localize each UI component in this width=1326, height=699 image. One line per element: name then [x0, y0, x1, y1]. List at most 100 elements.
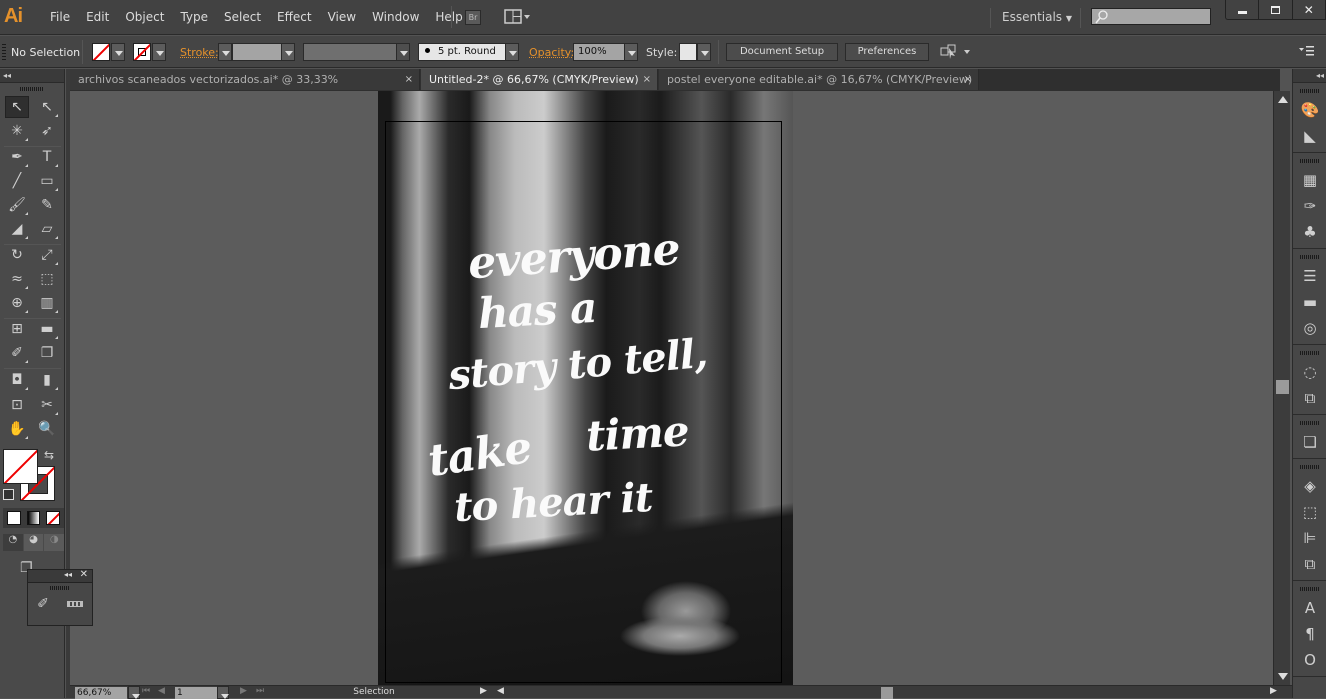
character-panel-button[interactable]: A — [1293, 595, 1326, 621]
panel-grip[interactable] — [20, 87, 44, 91]
line-segment-tool[interactable]: ╱ — [5, 170, 29, 192]
canvas[interactable]: everyone has a story to tell, time take … — [70, 91, 1273, 685]
shape-builder-tool[interactable]: ⊕ — [5, 292, 29, 314]
draw-inside-icon[interactable]: ◑ — [44, 534, 65, 551]
opentype-panel-button[interactable]: O — [1293, 647, 1326, 673]
graphic-style-dropdown[interactable] — [697, 43, 711, 61]
color-button[interactable] — [7, 511, 21, 525]
fill-color-box[interactable] — [3, 449, 38, 484]
swatches-panel-button[interactable]: ▦ — [1293, 167, 1326, 193]
blend-tool[interactable]: ❐ — [35, 342, 59, 364]
fill-swatch[interactable] — [92, 43, 110, 61]
workspace-switcher[interactable]: Essentials ▼ — [1002, 10, 1072, 24]
vertical-scrollbar[interactable] — [1273, 91, 1290, 685]
default-fill-stroke-icon[interactable] — [3, 489, 14, 500]
status-text[interactable]: Selection — [274, 686, 474, 699]
horizontal-scroll-thumb[interactable] — [881, 687, 893, 699]
bridge-button[interactable]: Br — [465, 10, 481, 25]
scroll-up-icon[interactable] — [1278, 96, 1288, 103]
panel-grip[interactable] — [1299, 255, 1320, 259]
tab-untitled-2[interactable]: Untitled-2* @ 66,67% (CMYK/Preview) × — [421, 69, 658, 90]
collapse-panel-icon[interactable]: ◂◂ — [0, 69, 64, 83]
opacity-dropdown[interactable] — [624, 43, 638, 61]
panel-grip[interactable] — [1299, 465, 1320, 469]
close-tab-icon[interactable]: × — [643, 69, 651, 90]
measure-icon[interactable] — [66, 601, 83, 607]
symbols-panel-button[interactable]: ♣ — [1293, 219, 1326, 245]
floating-panel-header[interactable]: ◂◂ ✕ — [28, 569, 92, 583]
layers-panel-button[interactable]: ◈ — [1293, 473, 1326, 499]
eraser-tool[interactable]: ▱ — [35, 218, 59, 240]
mesh-tool[interactable]: ⊞ — [5, 318, 29, 340]
tab-postel-everyone[interactable]: postel everyone editable.ai* @ 16,67% (C… — [659, 69, 979, 90]
brushes-panel-button[interactable]: ✑ — [1293, 193, 1326, 219]
minimize-button[interactable] — [1226, 0, 1260, 19]
menu-effect[interactable]: Effect — [269, 10, 320, 24]
menu-select[interactable]: Select — [216, 10, 269, 24]
opacity-field[interactable]: 100% — [573, 43, 625, 61]
panel-grip[interactable] — [50, 586, 70, 590]
artboard-tool[interactable]: ⊡ — [5, 394, 29, 416]
lasso-tool[interactable]: ➶ — [35, 120, 59, 142]
lettering-line[interactable]: has a — [477, 283, 598, 338]
stroke-swatch[interactable] — [133, 43, 151, 61]
pathfinder-panel-button[interactable]: ⧉ — [1293, 551, 1326, 577]
scroll-right-icon[interactable]: ▶ — [1270, 686, 1277, 696]
artboards-panel-button[interactable]: ❏ — [1293, 429, 1326, 455]
align-panel-button[interactable]: ⊫ — [1293, 525, 1326, 551]
scale-tool[interactable]: ⤢ — [35, 244, 59, 266]
isolate-selected-button[interactable] — [940, 44, 974, 63]
menu-object[interactable]: Object — [117, 10, 172, 24]
appearance-panel-button[interactable]: ◌ — [1293, 359, 1326, 385]
arrange-documents-button[interactable] — [504, 9, 534, 25]
zoom-tool[interactable]: 🔍 — [35, 418, 59, 440]
type-tool[interactable]: T — [35, 146, 59, 168]
expand-panels-icon[interactable]: ◂◂ — [1293, 69, 1326, 83]
status-menu-icon[interactable]: ▶ — [480, 686, 487, 696]
collapse-icon[interactable]: ◂◂ — [64, 570, 72, 579]
control-panel-menu-button[interactable] — [1298, 45, 1316, 60]
menu-edit[interactable]: Edit — [78, 10, 117, 24]
close-tab-icon[interactable]: × — [964, 69, 972, 90]
zoom-level-field[interactable]: 66,67% — [75, 687, 127, 699]
placed-image[interactable]: everyone has a story to tell, time take … — [378, 91, 793, 685]
vertical-scroll-thumb[interactable] — [1276, 380, 1289, 394]
blob-brush-tool[interactable]: ◢ — [5, 218, 29, 240]
scroll-down-icon[interactable] — [1278, 673, 1288, 680]
menu-window[interactable]: Window — [364, 10, 427, 24]
stroke-weight-stepper[interactable] — [218, 43, 232, 61]
none-button[interactable] — [46, 511, 61, 525]
panel-grip[interactable] — [1299, 159, 1320, 163]
panel-grip[interactable] — [1299, 351, 1320, 355]
panel-grip[interactable] — [1299, 421, 1320, 425]
variable-width-dropdown[interactable] — [396, 43, 410, 61]
warp-tool[interactable]: ≈ — [5, 268, 29, 290]
close-icon[interactable]: ✕ — [80, 569, 88, 580]
pencil-tool[interactable]: ✎ — [35, 194, 59, 216]
fill-dropdown[interactable] — [111, 43, 125, 61]
rectangle-tool[interactable]: ▭ — [35, 170, 59, 192]
first-artboard-icon[interactable]: ⏮ — [142, 686, 150, 696]
previous-artboard-icon[interactable]: ◀ — [158, 686, 165, 696]
pen-tool[interactable]: ✒ — [5, 146, 29, 168]
zoom-dropdown[interactable] — [128, 686, 140, 699]
menu-file[interactable]: File — [42, 10, 78, 24]
color-guide-panel-button[interactable]: ◣ — [1293, 123, 1326, 149]
color-panel-button[interactable]: 🎨 — [1293, 97, 1326, 123]
stroke-dropdown[interactable] — [152, 43, 166, 61]
brush-definition-field[interactable]: 5 pt. Round — [418, 43, 506, 61]
paragraph-panel-button[interactable]: ¶ — [1293, 621, 1326, 647]
gradient-tool[interactable]: ▬ — [35, 318, 59, 340]
direct-selection-tool[interactable]: ↖ — [35, 96, 59, 118]
scroll-left-icon[interactable]: ◀ — [497, 686, 504, 696]
free-transform-tool[interactable]: ⬚ — [35, 268, 59, 290]
preferences-button[interactable]: Preferences — [845, 43, 929, 61]
gradient-button[interactable] — [26, 511, 41, 525]
transparency-panel-button[interactable]: ◎ — [1293, 315, 1326, 341]
brush-definition-dropdown[interactable] — [505, 43, 519, 61]
lettering-line[interactable]: time — [585, 406, 690, 460]
menu-view[interactable]: View — [320, 10, 364, 24]
hand-tool[interactable]: ✋ — [5, 418, 29, 440]
stroke-panel-button[interactable]: ☰ — [1293, 263, 1326, 289]
slice-tool[interactable]: ✂ — [35, 394, 59, 416]
